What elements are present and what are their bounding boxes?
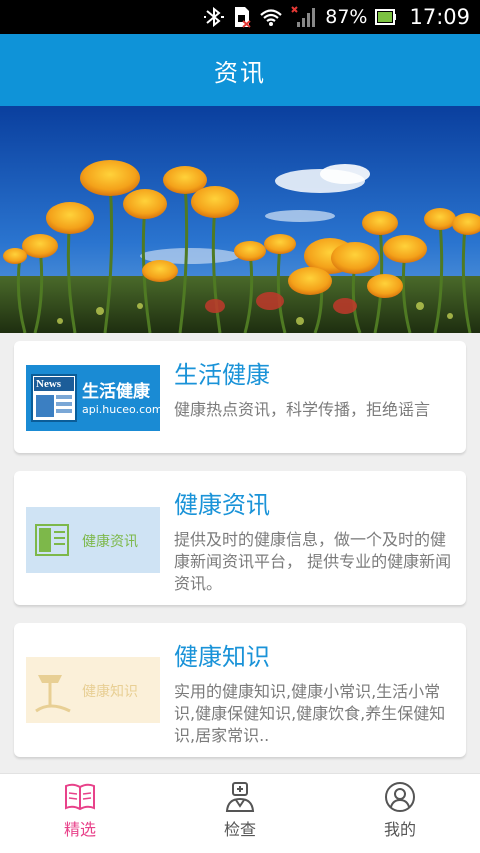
card-description: 提供及时的健康信息，做一个及时的健康新闻资讯平台， 提供专业的健康新闻资讯。 (174, 530, 452, 593)
clock: 17:09 (409, 5, 470, 29)
banner-image[interactable] (0, 106, 480, 333)
app-header: 资讯 (0, 34, 480, 106)
wifi-icon (259, 7, 283, 27)
battery-percent: 87% (325, 6, 368, 28)
card-title: 健康资讯 (174, 491, 270, 519)
tab-check[interactable]: 检查 (160, 774, 320, 853)
sim-card-icon (233, 6, 251, 28)
tab-label: 精选 (63, 820, 96, 839)
tab-label: 检查 (223, 820, 256, 839)
book-icon (65, 783, 95, 811)
poppy-field-photo (0, 106, 480, 333)
bottom-nav: 精选 检查 我的 (0, 773, 480, 853)
card-thumbnail: 健康资讯 (26, 507, 160, 573)
thumb-url: api.huceo.com (82, 403, 163, 416)
card-title: 生活健康 (174, 361, 270, 389)
card-title: 健康知识 (174, 643, 270, 671)
tab-mine[interactable]: 我的 (320, 774, 480, 853)
tab-label: 我的 (383, 820, 416, 839)
thumb-label: 健康知识 (82, 684, 138, 700)
doctor-icon (225, 782, 255, 812)
page-title: 资讯 (214, 58, 266, 87)
card-description: 实用的健康知识,健康小常识,生活小常识,健康保健知识,健康饮食,养生保健知识,居… (174, 682, 446, 745)
thumb-badge: News (36, 378, 62, 390)
card-health-news[interactable]: 健康资讯 健康资讯 提供及时的健康信息，做一个及时的健康新闻资讯平台， 提供专业… (14, 471, 466, 605)
signal-icon (291, 6, 317, 28)
status-bar: 87% 17:09 (0, 0, 480, 34)
bluetooth-icon (203, 7, 225, 27)
card-life-health[interactable]: News 生活健康 api.huceo.com 生活健康 健康热点资讯，科学传播… (14, 341, 466, 453)
thumb-label: 健康资讯 (82, 534, 138, 550)
thumb-label: 生活健康 (82, 382, 150, 402)
user-icon (385, 782, 415, 812)
card-thumbnail: News 生活健康 api.huceo.com (26, 365, 163, 431)
battery-icon (375, 9, 397, 25)
tab-featured[interactable]: 精选 (0, 774, 160, 853)
card-thumbnail: 健康知识 (26, 657, 160, 723)
card-health-knowledge[interactable]: 健康知识 健康知识 实用的健康知识,健康小常识,生活小常识,健康保健知识,健康饮… (14, 623, 466, 757)
card-description: 健康热点资讯，科学传播，拒绝谣言 (174, 400, 431, 419)
